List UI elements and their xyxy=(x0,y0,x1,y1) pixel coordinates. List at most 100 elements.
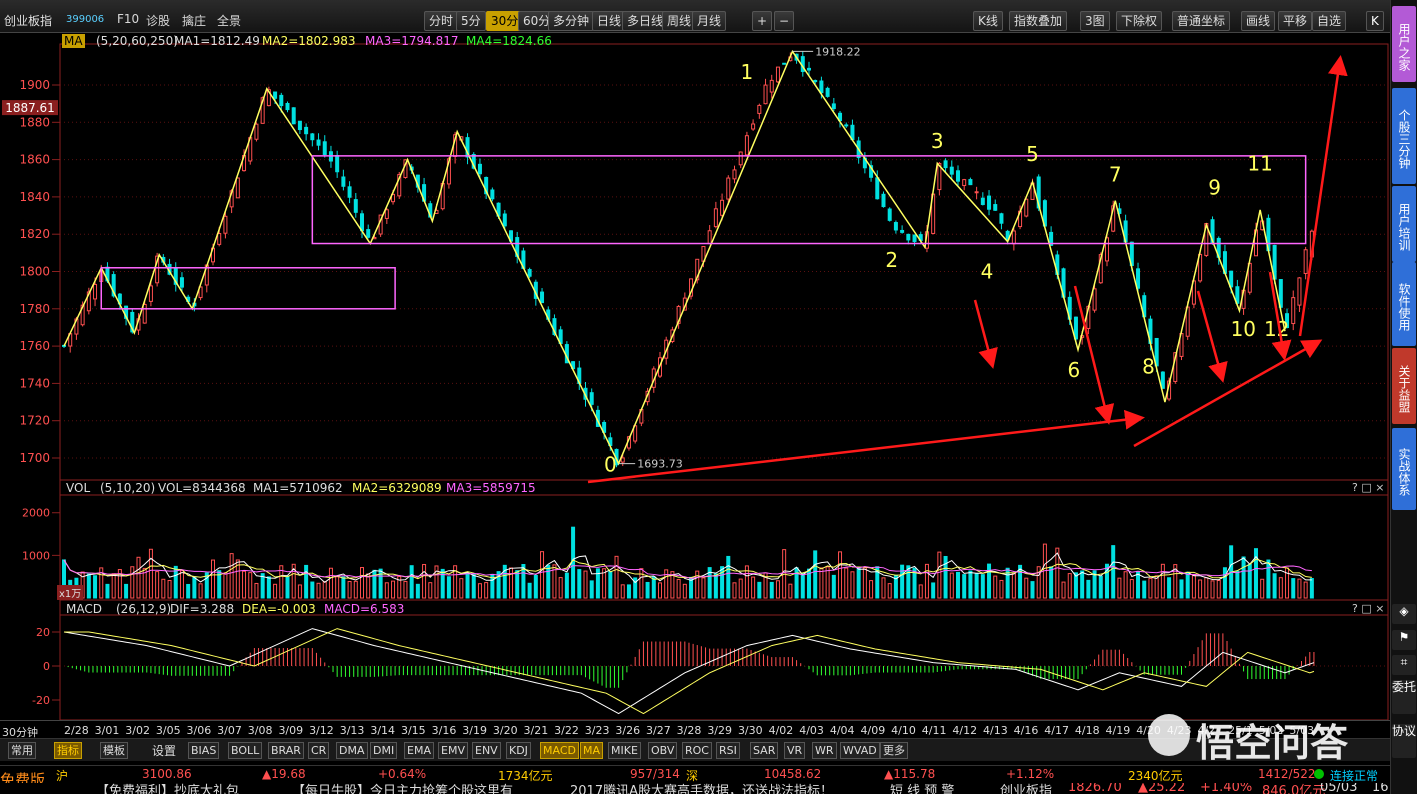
common-tab[interactable]: 常用 xyxy=(8,742,36,759)
macd-tag[interactable]: MACD xyxy=(66,602,102,616)
sidebar-item-0[interactable]: 用户之家 xyxy=(1392,6,1416,82)
sidebar-item-3[interactable]: 软件使用 xyxy=(1392,262,1416,346)
indicator-brar[interactable]: BRAR xyxy=(268,742,304,759)
entrust-button[interactable]: 委托 xyxy=(1392,680,1416,714)
indicator-obv[interactable]: OBV xyxy=(648,742,678,759)
indicator-emv[interactable]: EMV xyxy=(438,742,468,759)
option-4[interactable]: 普通坐标 xyxy=(1172,11,1231,31)
period-7[interactable]: 周线 xyxy=(662,11,697,31)
option-2[interactable]: 3图 xyxy=(1080,11,1110,31)
panorama-button[interactable]: 全景 xyxy=(217,12,241,29)
settings-button[interactable]: 设置 xyxy=(152,742,176,759)
option-1[interactable]: 指数叠加 xyxy=(1009,11,1068,31)
sidebar-item-2[interactable]: 用户培训 xyxy=(1392,186,1416,262)
option-5[interactable]: 画线 xyxy=(1241,11,1276,31)
indicator-更多[interactable]: 更多 xyxy=(880,742,908,759)
wave-label: 8 xyxy=(1142,354,1155,378)
period-1[interactable]: 5分 xyxy=(456,11,486,31)
news-item[interactable]: 846.0亿元 xyxy=(1262,783,1325,794)
volume-bar xyxy=(254,582,259,599)
connection-icon xyxy=(1314,769,1324,779)
indicator-dmi[interactable]: DMI xyxy=(370,742,398,759)
candle xyxy=(285,102,290,111)
macd-window-controls[interactable]: ? □ × xyxy=(1352,602,1384,615)
sidebar-item-1[interactable]: 个股三分钟 xyxy=(1392,88,1416,184)
flag-icon[interactable]: ⚑ xyxy=(1392,630,1416,650)
volume-bar xyxy=(931,582,936,599)
volume-bar xyxy=(1204,577,1209,599)
volume-bar xyxy=(192,577,197,599)
sidebar-item-4[interactable]: 关于益盟 xyxy=(1392,348,1416,424)
volume-bar xyxy=(179,570,184,599)
news-item[interactable]: 【免费福利】抄底大礼包 xyxy=(96,783,239,794)
volume-bar xyxy=(918,584,923,599)
volume-bar xyxy=(248,572,253,599)
indicator-boll[interactable]: BOLL xyxy=(228,742,263,759)
period-0[interactable]: 分时 xyxy=(424,11,459,31)
indicator-ma[interactable]: MA xyxy=(580,742,604,759)
vol-tag[interactable]: VOL xyxy=(66,481,90,495)
diagnose-button[interactable]: 诊股 xyxy=(146,12,170,29)
candle xyxy=(763,84,768,105)
high-label: 1918.22 xyxy=(815,45,861,58)
wave-label: 10 xyxy=(1231,317,1256,341)
wave-label: 3 xyxy=(931,129,944,153)
option-7[interactable]: 自选 xyxy=(1312,11,1347,31)
zoom-in-button[interactable]: + xyxy=(752,11,773,31)
volume-bar xyxy=(148,548,153,599)
date-tick: 3/23 xyxy=(584,724,610,737)
volume-bar xyxy=(229,553,234,599)
indicator-wvad[interactable]: WVAD xyxy=(840,742,880,759)
indicator-bias[interactable]: BIAS xyxy=(188,742,220,759)
k-logo-icon[interactable]: K xyxy=(1366,11,1384,31)
indicator-roc[interactable]: ROC xyxy=(682,742,712,759)
indicator-vr[interactable]: VR xyxy=(784,742,806,759)
indicator-wr[interactable]: WR xyxy=(812,742,837,759)
indicator-cr[interactable]: CR xyxy=(308,742,330,759)
chart-area[interactable]: 1900188018601840182018001780176017401720… xyxy=(0,32,1390,720)
indicator-mike[interactable]: MIKE xyxy=(608,742,641,759)
date-tick: 3/28 xyxy=(676,724,702,737)
f10-button[interactable]: F10 xyxy=(117,12,139,26)
indicator-env[interactable]: ENV xyxy=(472,742,501,759)
volume-bar xyxy=(968,570,973,599)
news-item[interactable]: ▲25.22 xyxy=(1138,783,1185,794)
template-tab[interactable]: 模板 xyxy=(100,742,128,759)
indicator-sar[interactable]: SAR xyxy=(750,742,779,759)
option-0[interactable]: K线 xyxy=(973,11,1003,31)
option-6[interactable]: 平移 xyxy=(1278,11,1313,31)
news-item[interactable]: 1826.70 xyxy=(1068,783,1122,794)
wave-label: 9 xyxy=(1208,176,1221,200)
crop-icon[interactable]: ⌗ xyxy=(1392,655,1416,675)
option-3[interactable]: 下除权 xyxy=(1116,11,1163,31)
ma-tag[interactable]: MA xyxy=(62,34,85,48)
indicator-tab[interactable]: 指标 xyxy=(54,742,82,759)
alert-icon[interactable]: ◈ xyxy=(1392,604,1416,624)
news-item[interactable]: 【每日牛股】今日主力抢筹个股这里有 xyxy=(292,783,513,794)
period-8[interactable]: 月线 xyxy=(692,11,727,31)
zoom-out-button[interactable]: − xyxy=(774,11,795,31)
period-5[interactable]: 日线 xyxy=(592,11,627,31)
news-item[interactable]: 2017腾讯A股大赛高手数据，还送战法指标！ xyxy=(570,783,833,794)
news-ticker[interactable]: 【免费福利】抄底大礼包 【每日牛股】今日主力抢筹个股这里有 2017腾讯A股大赛高手… xyxy=(0,783,1417,794)
sidebar-item-5[interactable]: 实战体系 xyxy=(1392,428,1416,510)
candle xyxy=(775,66,780,83)
candle xyxy=(962,179,967,187)
indicator-macd[interactable]: MACD xyxy=(540,742,579,759)
indicator-dma[interactable]: DMA xyxy=(336,742,368,759)
indicator-rsi[interactable]: RSI xyxy=(716,742,740,759)
news-item[interactable]: 创业板指 xyxy=(1000,783,1052,794)
protocol-button[interactable]: 协议 xyxy=(1392,724,1416,758)
volume-bar xyxy=(1049,566,1054,599)
zoom-button[interactable]: 擒庄 xyxy=(182,12,206,29)
period-4[interactable]: 多分钟 xyxy=(548,11,595,31)
price-tick: 1700 xyxy=(19,451,50,465)
macd-dif: DIF=3.288 xyxy=(170,602,235,616)
news-item[interactable]: +1.40% xyxy=(1200,783,1252,794)
news-item[interactable]: 短 线 预 警 xyxy=(890,783,954,794)
indicator-kdj[interactable]: KDJ xyxy=(506,742,531,759)
candle xyxy=(980,197,985,205)
news-item[interactable]: 05/03 xyxy=(1320,783,1357,794)
indicator-ema[interactable]: EMA xyxy=(404,742,434,759)
vol-window-controls[interactable]: ? □ × xyxy=(1352,481,1384,494)
